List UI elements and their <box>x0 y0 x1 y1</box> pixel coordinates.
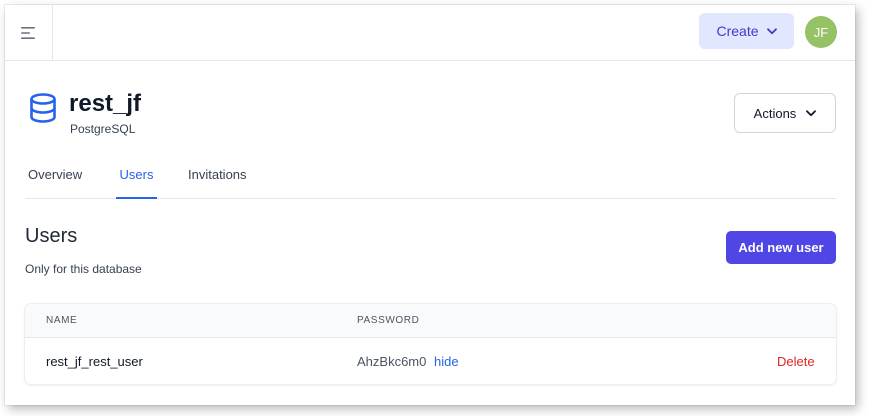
menu-icon <box>20 27 35 39</box>
column-header-name: NAME <box>46 315 78 326</box>
user-name-cell: rest_jf_rest_user <box>46 354 143 369</box>
tab-invitations[interactable]: Invitations <box>188 155 247 199</box>
column-header-password: PASSWORD <box>357 315 420 326</box>
table-header: NAME PASSWORD <box>25 304 836 338</box>
chevron-down-icon <box>806 109 817 116</box>
chevron-down-icon <box>766 27 777 34</box>
tab-users[interactable]: Users <box>116 155 157 199</box>
create-button-label: Create <box>716 23 759 39</box>
menu-toggle-button[interactable] <box>5 5 53 61</box>
app-window: Create JF rest_jf PostgreSQL Actions Ove… <box>5 5 855 405</box>
database-type-label: PostgreSQL <box>70 122 136 136</box>
add-user-button[interactable]: Add new user <box>726 231 836 264</box>
delete-user-button[interactable]: Delete <box>777 354 815 369</box>
section-description: Only for this database <box>25 262 142 276</box>
hide-password-link[interactable]: hide <box>434 354 459 369</box>
actions-button[interactable]: Actions <box>734 93 836 133</box>
tab-overview[interactable]: Overview <box>28 155 82 199</box>
avatar-initials: JF <box>813 24 829 40</box>
create-button[interactable]: Create <box>699 13 794 49</box>
page-title: rest_jf <box>69 90 142 117</box>
tab-bar: Overview Users Invitations <box>25 155 836 199</box>
actions-button-label: Actions <box>753 105 797 121</box>
database-icon <box>30 93 56 123</box>
section-title: Users <box>25 225 78 247</box>
table-row: rest_jf_rest_user AhzBkc6m0 hide Delete <box>25 338 836 384</box>
password-value: AhzBkc6m0 <box>357 354 427 369</box>
top-bar: Create JF <box>5 5 855 61</box>
users-table: NAME PASSWORD rest_jf_rest_user AhzBkc6m… <box>25 304 836 384</box>
avatar[interactable]: JF <box>805 16 837 48</box>
